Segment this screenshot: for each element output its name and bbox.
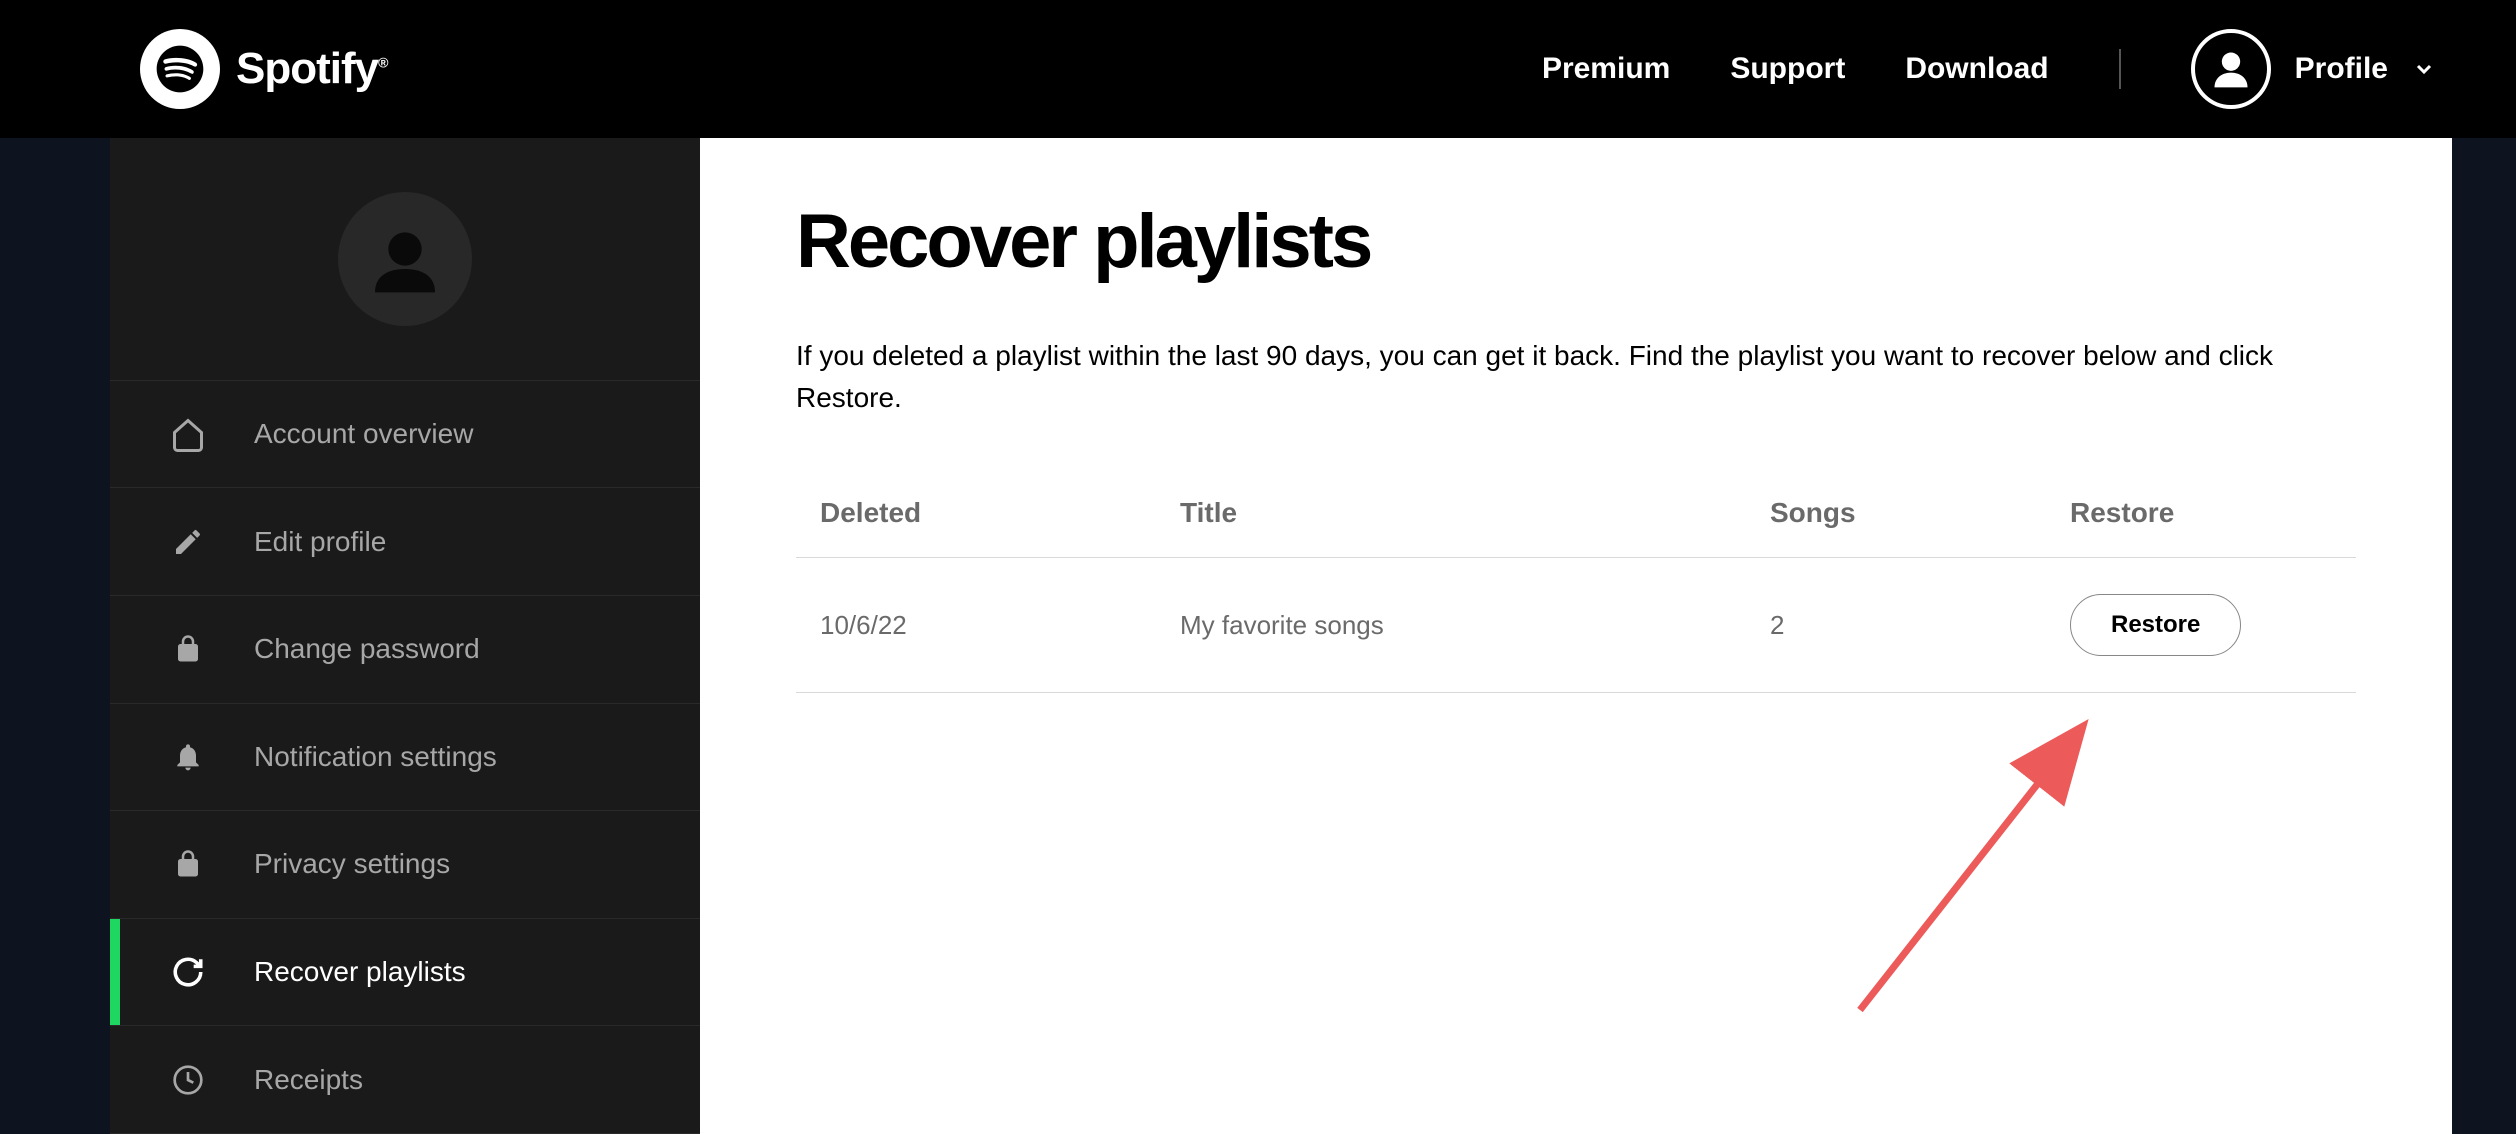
sidebar-item-change-password[interactable]: Change password: [110, 596, 700, 704]
sidebar-item-label: Notification settings: [254, 741, 497, 773]
sidebar-item-notification-settings[interactable]: Notification settings: [110, 704, 700, 812]
td-title: My favorite songs: [1180, 610, 1770, 641]
content: Recover playlists If you deleted a playl…: [700, 138, 2452, 1134]
td-deleted: 10/6/22: [820, 610, 1180, 641]
clock-icon: [170, 1062, 206, 1098]
sidebar: Account overview Edit profile Change pas…: [110, 138, 700, 1134]
brand-logo-wrap[interactable]: Spotify®: [140, 29, 387, 109]
profile-menu[interactable]: Profile: [2191, 29, 2436, 109]
nav-download[interactable]: Download: [1905, 52, 2048, 86]
playlists-table: Deleted Title Songs Restore 10/6/22 My f…: [796, 469, 2356, 693]
th-deleted: Deleted: [820, 497, 1180, 529]
sidebar-item-edit-profile[interactable]: Edit profile: [110, 488, 700, 596]
th-title: Title: [1180, 497, 1770, 529]
pencil-icon: [170, 524, 206, 560]
bell-icon: [170, 739, 206, 775]
nav-separator: [2119, 49, 2121, 89]
lock-icon: [170, 631, 206, 667]
sidebar-item-label: Receipts: [254, 1064, 363, 1096]
annotation-arrow: [1840, 710, 2140, 1030]
spotify-icon: [140, 29, 220, 109]
brand-text: Spotify®: [236, 44, 387, 94]
left-gutter: [0, 138, 110, 1134]
restore-button[interactable]: Restore: [2070, 594, 2241, 656]
sidebar-avatar-icon: [338, 192, 472, 326]
refresh-icon: [170, 954, 206, 990]
sidebar-item-account-overview[interactable]: Account overview: [110, 381, 700, 489]
sidebar-avatar-wrap: [110, 138, 700, 381]
lock-icon: [170, 846, 206, 882]
nav: Premium Support Download Profile: [1542, 29, 2436, 109]
table-header: Deleted Title Songs Restore: [796, 469, 2356, 558]
sidebar-item-label: Change password: [254, 633, 480, 665]
table-row: 10/6/22 My favorite songs 2 Restore: [796, 558, 2356, 693]
chevron-down-icon: [2412, 57, 2436, 81]
th-songs: Songs: [1770, 497, 2070, 529]
nav-support[interactable]: Support: [1730, 52, 1845, 86]
home-icon: [170, 416, 206, 452]
sidebar-item-label: Privacy settings: [254, 848, 450, 880]
th-restore: Restore: [2070, 497, 2332, 529]
profile-avatar-icon: [2191, 29, 2271, 109]
td-songs: 2: [1770, 610, 2070, 641]
header: Spotify® Premium Support Download Profil…: [0, 0, 2516, 138]
sidebar-item-label: Recover playlists: [254, 956, 466, 988]
sidebar-item-receipts[interactable]: Receipts: [110, 1026, 700, 1134]
page-description: If you deleted a playlist within the las…: [796, 335, 2296, 419]
profile-label: Profile: [2295, 52, 2388, 86]
right-gutter: [2452, 138, 2516, 1134]
page-title: Recover playlists: [796, 198, 2356, 285]
sidebar-item-label: Edit profile: [254, 526, 386, 558]
nav-premium[interactable]: Premium: [1542, 52, 1670, 86]
sidebar-item-privacy-settings[interactable]: Privacy settings: [110, 811, 700, 919]
sidebar-item-recover-playlists[interactable]: Recover playlists: [110, 919, 700, 1027]
sidebar-item-label: Account overview: [254, 418, 473, 450]
